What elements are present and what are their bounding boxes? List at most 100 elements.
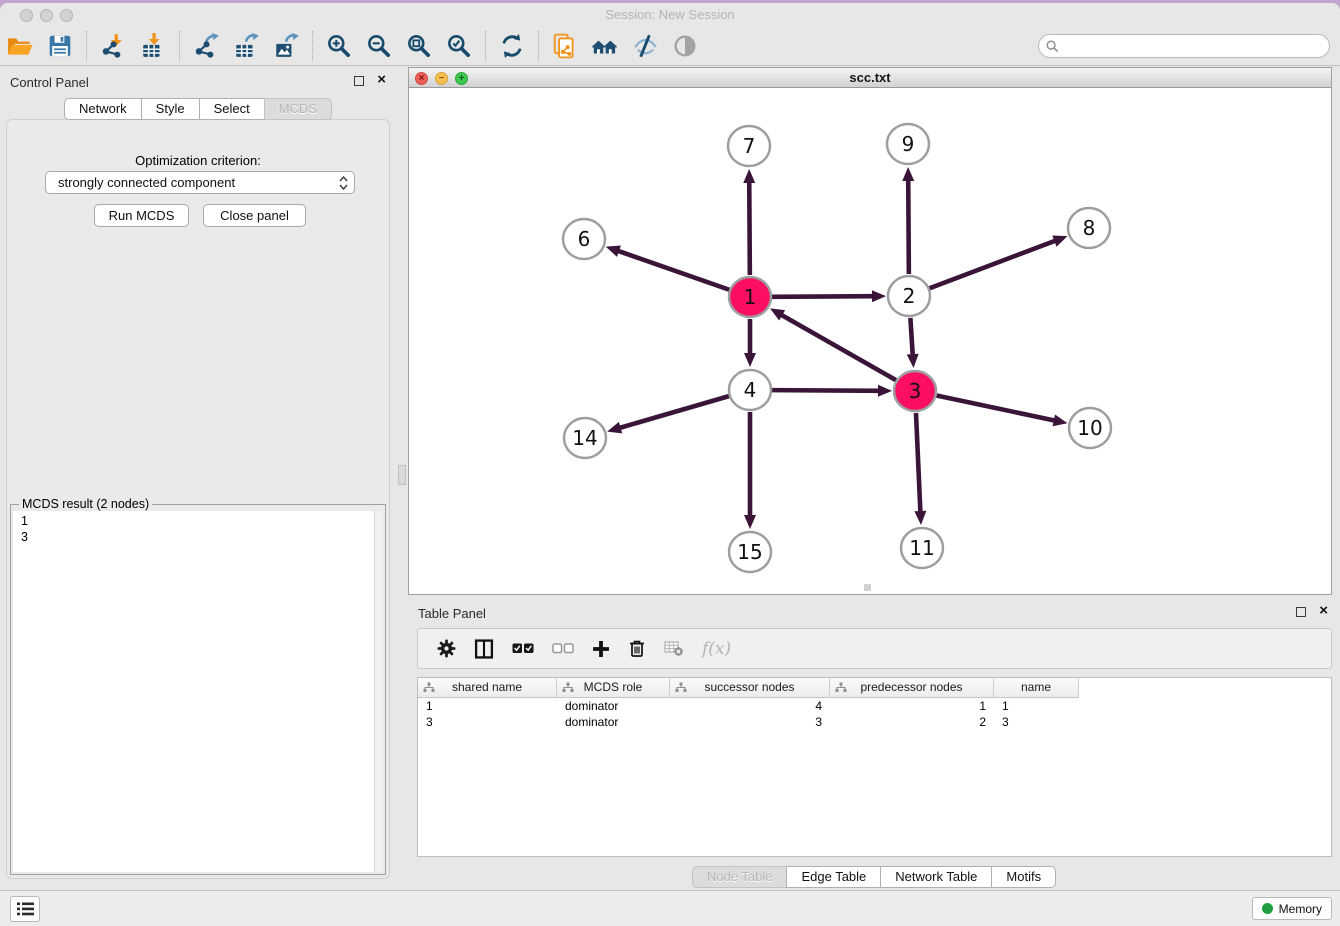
table-cell[interactable]: 2 — [830, 714, 994, 730]
table-row[interactable]: 1dominator411 — [418, 698, 1331, 714]
graph-node-label: 2 — [903, 284, 916, 308]
function-builder-button[interactable]: f(x) — [702, 639, 731, 659]
app-titlebar: Session: New Session — [0, 3, 1340, 27]
network-graph: 7968124314101511 — [409, 88, 1331, 594]
result-scrollbar[interactable] — [374, 511, 383, 872]
network-canvas[interactable]: 7968124314101511 — [409, 88, 1331, 594]
float-panel-icon[interactable] — [1296, 607, 1306, 617]
table-cell[interactable]: 3 — [994, 714, 1079, 730]
canvas-resize-handle[interactable] — [864, 584, 871, 591]
graph-edge-arrowhead — [1052, 235, 1067, 246]
tab-style[interactable]: Style — [141, 98, 200, 120]
graph-edge-arrowhead — [914, 511, 926, 525]
gear-button[interactable] — [437, 639, 456, 658]
close-panel-icon[interactable]: × — [1319, 603, 1328, 619]
save-session-button[interactable] — [43, 31, 77, 61]
select-all-button[interactable] — [512, 643, 534, 654]
toolbar-separator — [485, 31, 486, 61]
network-window-titlebar[interactable]: × − + scc.txt — [409, 68, 1331, 88]
show-hidden-button[interactable] — [668, 31, 702, 61]
app-window: Session: New Session — [0, 3, 1340, 926]
table-cell[interactable]: dominator — [557, 698, 670, 714]
graph-edge-1-2[interactable] — [772, 296, 875, 297]
graph-edge-4-14[interactable] — [618, 396, 729, 428]
tab-edge-table[interactable]: Edge Table — [786, 866, 881, 888]
export-image-button[interactable] — [269, 31, 303, 61]
graph-edge-arrowhead — [606, 246, 621, 257]
graph-edge-2-3[interactable] — [910, 318, 912, 357]
delete-table-button[interactable] — [664, 640, 684, 657]
graph-edge-arrowhead — [744, 515, 756, 529]
tab-network[interactable]: Network — [64, 98, 142, 120]
splitter-handle[interactable] — [398, 465, 406, 485]
clone-network-icon — [552, 33, 578, 59]
close-panel-icon[interactable]: × — [377, 72, 386, 88]
zoom-in-icon — [326, 33, 352, 59]
graph-edge-3-11[interactable] — [916, 413, 921, 514]
deselect-all-button[interactable] — [552, 643, 574, 654]
table-cell[interactable]: 3 — [418, 714, 557, 730]
import-table-button[interactable] — [136, 31, 170, 61]
graph-edge-3-1[interactable] — [780, 314, 896, 380]
tab-network-table[interactable]: Network Table — [880, 866, 992, 888]
import-network-button[interactable] — [96, 31, 130, 61]
export-network-button[interactable] — [189, 31, 223, 61]
delete-column-button[interactable] — [628, 639, 646, 658]
column-header-predecessor-nodes[interactable]: predecessor nodes — [830, 678, 994, 698]
table-cell[interactable]: 4 — [670, 698, 830, 714]
tab-mcds[interactable]: MCDS — [264, 98, 332, 120]
refresh-button[interactable] — [495, 31, 529, 61]
table-cell[interactable]: dominator — [557, 714, 670, 730]
graph-edge-2-8[interactable] — [930, 240, 1058, 288]
toolbar-separator — [538, 31, 539, 61]
table-row[interactable]: 3dominator323 — [418, 714, 1331, 730]
float-panel-icon[interactable] — [354, 76, 364, 86]
attribute-type-icon — [675, 682, 687, 693]
close-panel-button[interactable]: Close panel — [203, 204, 306, 227]
graph-edge-1-6[interactable] — [616, 250, 729, 290]
graph-node-label: 6 — [578, 227, 591, 251]
hide-selected-button[interactable] — [628, 31, 662, 61]
add-column-button[interactable] — [592, 640, 610, 658]
criterion-dropdown[interactable]: strongly connected component — [45, 171, 355, 194]
graph-edge-2-9[interactable] — [908, 178, 909, 274]
export-table-button[interactable] — [229, 31, 263, 61]
graph-edge-1-7[interactable] — [749, 180, 750, 275]
zoom-in-button[interactable] — [322, 31, 356, 61]
table-cell[interactable]: 3 — [670, 714, 830, 730]
mcds-result-area[interactable]: 1 3 — [13, 511, 383, 872]
graph-edge-4-3[interactable] — [772, 390, 881, 391]
graph-edge-arrowhead — [1053, 414, 1068, 426]
graph-node-label: 3 — [909, 379, 922, 403]
column-header-successor-nodes[interactable]: successor nodes — [670, 678, 830, 698]
search-box[interactable] — [1038, 34, 1330, 58]
chevron-up-down-icon — [339, 175, 348, 191]
first-neighbors-button[interactable] — [588, 31, 622, 61]
column-header-MCDS-role[interactable]: MCDS role — [557, 678, 670, 698]
zoom-out-button[interactable] — [362, 31, 396, 61]
graph-node-label: 14 — [572, 426, 597, 450]
graph-edge-3-10[interactable] — [937, 396, 1057, 421]
memory-button[interactable]: Memory — [1252, 897, 1332, 920]
zoom-out-icon — [366, 33, 392, 59]
open-session-button[interactable] — [3, 31, 37, 61]
tab-node-table[interactable]: Node Table — [692, 866, 788, 888]
tab-motifs[interactable]: Motifs — [991, 866, 1056, 888]
table-cell[interactable]: 1 — [994, 698, 1079, 714]
table-cell[interactable]: 1 — [830, 698, 994, 714]
network-window: × − + scc.txt 7968124314101511 — [408, 67, 1332, 595]
zoom-selected-button[interactable] — [442, 31, 476, 61]
column-header-name[interactable]: name — [994, 678, 1079, 698]
toolbar-separator — [179, 31, 180, 61]
run-mcds-button[interactable]: Run MCDS — [94, 204, 189, 227]
hide-selected-icon — [632, 33, 658, 59]
main-toolbar — [0, 27, 1340, 66]
clone-network-button[interactable] — [548, 31, 582, 61]
tab-select[interactable]: Select — [199, 98, 265, 120]
task-history-button[interactable] — [10, 896, 40, 922]
columns-button[interactable] — [474, 639, 494, 659]
zoom-fit-button[interactable] — [402, 31, 436, 61]
table-cell[interactable]: 1 — [418, 698, 557, 714]
column-header-shared-name[interactable]: shared name — [418, 678, 557, 698]
search-input[interactable] — [1064, 36, 1329, 56]
